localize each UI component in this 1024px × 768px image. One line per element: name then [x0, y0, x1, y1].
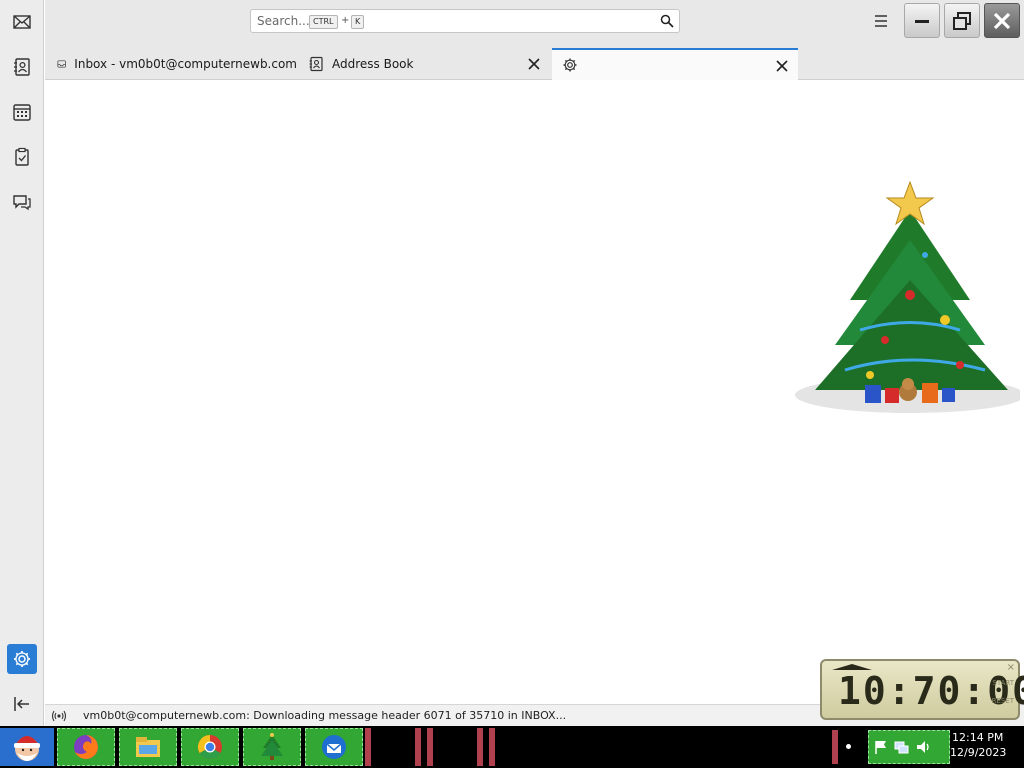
close-icon — [993, 12, 1011, 29]
taskbar-date[interactable]: 12/9/2023 — [950, 746, 1006, 759]
tab-strip: Inbox - vm0b0t@computernewb.com Address … — [45, 44, 1024, 80]
inbox-icon — [57, 60, 66, 68]
mail-icon — [13, 15, 31, 29]
system-tray — [832, 728, 950, 766]
calendar-space-button[interactable] — [7, 97, 37, 127]
online-status-icon[interactable] — [51, 709, 67, 723]
address-book-icon — [14, 58, 30, 76]
close-window-button[interactable] — [984, 3, 1020, 38]
tasks-space-button[interactable] — [7, 142, 37, 172]
christmas-tree-decoration — [795, 180, 1020, 413]
address-book-space-button[interactable] — [7, 52, 37, 82]
calendar-icon — [13, 104, 31, 121]
hamburger-menu-icon[interactable] — [871, 12, 891, 30]
tab-label: Address Book — [332, 57, 414, 71]
taskbar-empty-slot[interactable] — [365, 728, 421, 766]
shortcut-ctrl-key: CTRL — [309, 15, 338, 29]
title-bar: Search... CTRL + K — [45, 0, 1024, 44]
firefox-icon — [74, 735, 98, 759]
restore-button[interactable] — [944, 3, 980, 38]
search-icon[interactable] — [660, 14, 674, 28]
taskbar-empty-slot[interactable] — [427, 728, 483, 766]
taskbar-thunderbird-button[interactable] — [305, 728, 363, 766]
status-text: vm0b0t@computernewb.com: Downloading mes… — [83, 709, 567, 722]
tab-settings[interactable] — [552, 48, 798, 80]
tray-dot-icon — [846, 744, 851, 749]
gear-icon — [563, 58, 577, 72]
close-tab-icon[interactable] — [774, 58, 790, 74]
clock-reset-button[interactable]: RESET — [992, 697, 1014, 705]
chrome-icon — [197, 735, 222, 760]
clock-digits: 10:70:00 — [838, 669, 1024, 713]
taskbar-chrome-button[interactable] — [181, 728, 239, 766]
santa-start-icon — [14, 736, 40, 761]
search-placeholder: Search... — [257, 14, 310, 28]
mail-space-button[interactable] — [7, 7, 37, 37]
gear-icon — [14, 651, 30, 667]
shortcut-plus: + — [341, 15, 350, 26]
volume-icon[interactable] — [915, 738, 933, 756]
collapse-spaces-button[interactable] — [7, 689, 37, 719]
taskbar-firefox-button[interactable] — [57, 728, 115, 766]
close-tab-icon[interactable] — [526, 56, 542, 72]
address-book-icon — [309, 56, 323, 72]
minimize-icon — [915, 19, 929, 23]
clock-close-button[interactable]: × — [1007, 662, 1015, 673]
taskbar-explorer-button[interactable] — [119, 728, 177, 766]
tab-label: Inbox - vm0b0t@computernewb.com — [74, 57, 297, 71]
tray-icons-group — [868, 730, 950, 764]
taskbar-empty-slot[interactable] — [489, 728, 499, 766]
tasks-icon — [15, 147, 29, 166]
restore-icon — [953, 11, 971, 30]
tab-inbox[interactable]: Inbox - vm0b0t@computernewb.com — [47, 48, 297, 80]
flag-icon[interactable] — [873, 739, 889, 755]
shortcut-k-key: K — [351, 15, 365, 29]
taskbar: 12:14 PM 12/9/2023 — [0, 726, 1024, 768]
settings-space-button[interactable] — [7, 644, 37, 674]
thunderbird-icon — [322, 735, 346, 759]
chat-icon — [13, 195, 31, 211]
clock-start-button[interactable]: START — [992, 679, 1014, 687]
christmas-tree-icon — [261, 733, 283, 760]
tab-address-book[interactable]: Address Book — [298, 48, 550, 80]
taskbar-tree-button[interactable] — [243, 728, 301, 766]
spaces-toolbar — [0, 0, 44, 726]
clock-widget[interactable]: 10:70:00 × START RESET — [820, 659, 1024, 720]
taskbar-time[interactable]: 12:14 PM — [952, 731, 1003, 744]
search-input[interactable]: Search... CTRL + K — [250, 9, 680, 33]
chat-space-button[interactable] — [7, 187, 37, 217]
minimize-button[interactable] — [904, 3, 940, 38]
settings-content-area — [45, 80, 1024, 704]
network-icon[interactable] — [893, 739, 909, 755]
file-explorer-icon — [136, 737, 160, 757]
collapse-icon — [14, 697, 29, 711]
start-button[interactable] — [0, 728, 54, 766]
